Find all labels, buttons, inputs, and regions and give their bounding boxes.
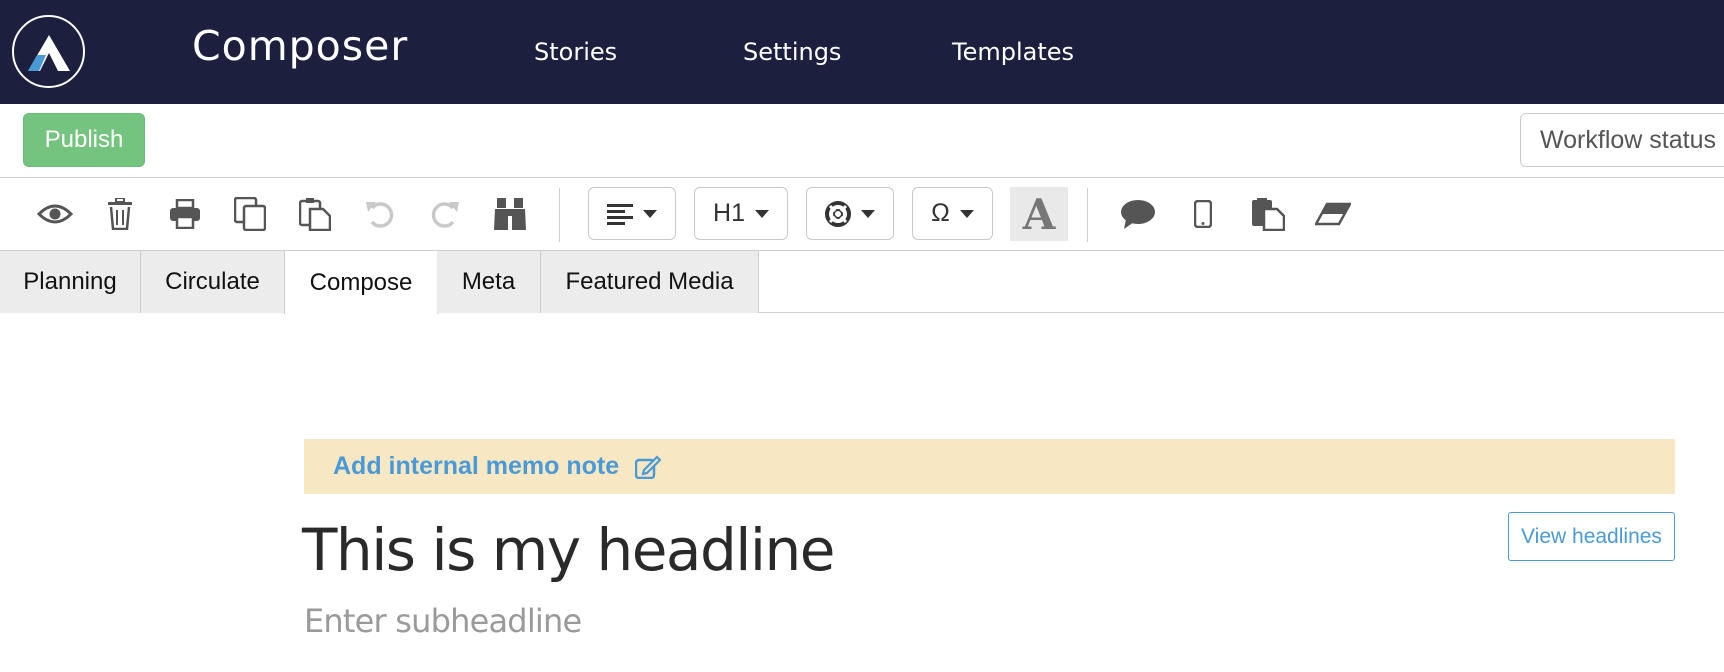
chevron-down-icon <box>861 209 875 218</box>
action-bar: Publish Workflow status <box>0 104 1724 178</box>
comment-icon[interactable] <box>1112 188 1164 240</box>
app-title: Composer <box>192 22 409 70</box>
heading-level-label: H1 <box>713 199 745 227</box>
toolbar-separator <box>1087 188 1088 242</box>
publish-button[interactable]: Publish <box>23 113 145 167</box>
lifebuoy-icon <box>825 200 851 227</box>
subheadline-field[interactable]: Enter subheadline <box>304 602 582 640</box>
chevron-down-icon <box>959 209 974 218</box>
tab-planning[interactable]: Planning <box>0 251 141 313</box>
align-left-icon <box>607 203 633 225</box>
workflow-status-button[interactable]: Workflow status <box>1520 113 1724 167</box>
internal-memo-bar[interactable]: Add internal memo note <box>304 439 1675 494</box>
binoculars-icon[interactable] <box>484 188 536 240</box>
nav-link-stories[interactable]: Stories <box>534 38 617 66</box>
eye-icon[interactable] <box>29 188 81 240</box>
clipboard-icon[interactable] <box>1242 188 1294 240</box>
editor-toolbar: H1 Ω A <box>0 178 1724 251</box>
nav-link-templates[interactable]: Templates <box>952 38 1074 66</box>
view-headlines-button[interactable]: View headlines <box>1508 512 1675 561</box>
edit-icon <box>635 454 662 479</box>
headline-field[interactable]: This is my headline <box>302 516 835 584</box>
nav-link-settings[interactable]: Settings <box>743 38 841 66</box>
memo-label: Add internal memo note <box>333 452 620 480</box>
font-icon: A <box>1022 189 1056 239</box>
paste-icon[interactable] <box>289 188 341 240</box>
eraser-icon[interactable] <box>1307 188 1359 240</box>
toolbar-separator <box>559 188 560 242</box>
trash-icon[interactable] <box>94 188 146 240</box>
tab-featured-media[interactable]: Featured Media <box>541 251 759 313</box>
editor-tabs: Planning Circulate Compose Meta Featured… <box>0 251 1724 314</box>
undo-icon[interactable] <box>354 188 406 240</box>
special-characters-dropdown[interactable]: Ω <box>912 187 993 240</box>
composer-logo-icon[interactable] <box>12 15 85 88</box>
align-dropdown[interactable] <box>588 187 676 240</box>
tab-circulate[interactable]: Circulate <box>141 251 285 313</box>
redo-icon[interactable] <box>419 188 471 240</box>
help-dropdown[interactable] <box>806 187 894 240</box>
chevron-down-icon <box>643 209 657 218</box>
print-icon[interactable] <box>159 188 211 240</box>
omega-label: Ω <box>931 199 950 227</box>
chevron-down-icon <box>754 209 769 218</box>
heading-dropdown[interactable]: H1 <box>694 187 788 240</box>
tab-meta[interactable]: Meta <box>437 251 541 313</box>
font-style-button[interactable]: A <box>1010 187 1068 241</box>
top-nav: Composer Stories Settings Templates <box>0 0 1724 104</box>
tab-compose[interactable]: Compose <box>284 251 438 314</box>
mobile-icon[interactable] <box>1177 188 1229 240</box>
copy-icon[interactable] <box>224 188 276 240</box>
